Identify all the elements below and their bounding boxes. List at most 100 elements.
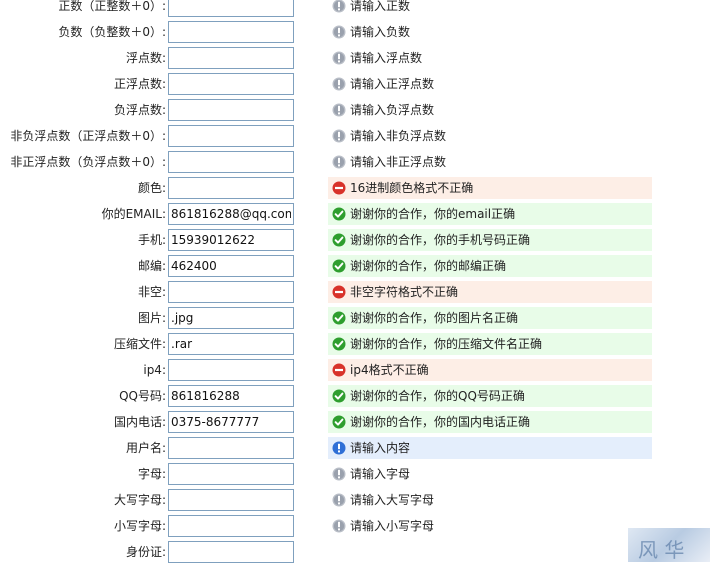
check-green-icon [332,259,346,273]
validation-form: 正数（正整数＋0）: 请输入正数负数（负整数＋0）: 请输入负数浮点数: 请输入浮点数… [0,0,720,566]
check-green-icon [332,207,346,221]
form-row: 你的EMAIL: 谢谢你的合作，你的email正确 [0,202,720,226]
info-gray-icon [332,103,346,117]
form-row: 身份证: [0,540,720,564]
validation-tip: ip4格式不正确 [328,359,652,381]
field-label: 你的EMAIL: [101,207,166,221]
field-label: 邮编: [137,259,166,273]
field-input[interactable] [168,151,294,173]
validation-tip: 请输入字母 [328,463,416,485]
field-label: 国内电话: [113,415,166,429]
form-row: 手机: 谢谢你的合作，你的手机号码正确 [0,228,720,252]
validation-tip: 谢谢你的合作，你的压缩文件名正确 [328,333,652,355]
validation-message: ip4格式不正确 [350,363,429,377]
form-row: 负浮点数: 请输入负浮点数 [0,98,720,122]
validation-message: 谢谢你的合作，你的邮编正确 [350,259,507,273]
validation-tip: 谢谢你的合作，你的图片名正确 [328,307,652,329]
form-row: 浮点数: 请输入浮点数 [0,46,720,70]
field-input[interactable] [168,489,294,511]
validation-message: 请输入正数 [350,0,411,13]
form-row: 压缩文件: 谢谢你的合作，你的压缩文件名正确 [0,332,720,356]
validation-message: 非空字符格式不正确 [350,285,459,299]
info-gray-icon [332,129,346,143]
field-input[interactable] [168,177,294,199]
minus-red-icon [332,181,346,195]
validation-message: 谢谢你的合作，你的手机号码正确 [350,233,531,247]
check-green-icon [332,389,346,403]
field-input[interactable] [168,21,294,43]
form-row: 用户名: 请输入内容 [0,436,720,460]
validation-message: 请输入字母 [350,467,411,481]
check-green-icon [332,415,346,429]
field-input[interactable] [168,333,294,355]
form-row: 非空: 非空字符格式不正确 [0,280,720,304]
info-gray-icon [332,493,346,507]
validation-tip: 请输入正浮点数 [328,73,440,95]
field-label: 手机: [137,233,166,247]
check-green-icon [332,233,346,247]
form-row: 非负浮点数（正浮点数＋0）: 请输入非负浮点数 [0,124,720,148]
field-input[interactable] [168,47,294,69]
form-row: 正浮点数: 请输入正浮点数 [0,72,720,96]
info-gray-icon [332,519,346,533]
field-input[interactable] [168,125,294,147]
field-label: 非空: [137,285,166,299]
form-row: 颜色: 16进制颜色格式不正确 [0,176,720,200]
field-label: ip4: [143,363,166,377]
validation-tip: 请输入浮点数 [328,47,428,69]
field-input[interactable] [168,463,294,485]
validation-tip: 谢谢你的合作，你的email正确 [328,203,652,225]
field-input[interactable] [168,99,294,121]
validation-tip: 非空字符格式不正确 [328,281,652,303]
field-label: 用户名: [125,441,166,455]
field-input[interactable] [168,281,294,303]
field-label: QQ号码: [119,389,166,403]
validation-message: 请输入内容 [350,441,411,455]
validation-message: 谢谢你的合作，你的图片名正确 [350,311,519,325]
validation-message: 请输入正浮点数 [350,77,435,91]
field-input[interactable] [168,385,294,407]
validation-tip: 谢谢你的合作，你的邮编正确 [328,255,652,277]
validation-message: 请输入负浮点数 [350,103,435,117]
form-row: 大写字母: 请输入大写字母 [0,488,720,512]
form-row: 小写字母: 请输入小写字母 [0,514,720,538]
validation-message: 请输入非负浮点数 [350,129,447,143]
validation-tip: 请输入非正浮点数 [328,151,452,173]
validation-tip: 请输入负数 [328,21,416,43]
field-input[interactable] [168,437,294,459]
field-label: 非正浮点数（负浮点数＋0）: [10,155,166,169]
field-label: 浮点数: [125,51,166,65]
validation-tip: 16进制颜色格式不正确 [328,177,652,199]
validation-tip: 谢谢你的合作，你的QQ号码正确 [328,385,652,407]
form-row: QQ号码: 谢谢你的合作，你的QQ号码正确 [0,384,720,408]
field-label: 字母: [137,467,166,481]
field-input[interactable] [168,541,294,563]
form-row: 正数（正整数＋0）: 请输入正数 [0,0,720,18]
info-gray-icon [332,77,346,91]
field-label: 负浮点数: [113,103,166,117]
field-label: 正数（正整数＋0）: [58,0,166,13]
watermark-glyph: 风 华 [638,538,685,562]
form-row: 负数（负整数＋0）: 请输入负数 [0,20,720,44]
check-green-icon [332,311,346,325]
field-label: 身份证: [125,545,166,559]
validation-tip: 请输入非负浮点数 [328,125,452,147]
info-gray-icon [332,51,346,65]
field-input[interactable] [168,411,294,433]
field-input[interactable] [168,73,294,95]
field-input[interactable] [168,307,294,329]
validation-tip: 请输入正数 [328,0,416,17]
validation-tip: 请输入大写字母 [328,489,440,511]
field-input[interactable] [168,359,294,381]
validation-message: 请输入小写字母 [350,519,435,533]
validation-message: 请输入大写字母 [350,493,435,507]
field-input[interactable] [168,0,294,17]
field-input[interactable] [168,255,294,277]
validation-message: 谢谢你的合作，你的QQ号码正确 [350,389,525,403]
field-input[interactable] [168,515,294,537]
form-row: 图片: 谢谢你的合作，你的图片名正确 [0,306,720,330]
field-input[interactable] [168,203,294,225]
field-label: 图片: [137,311,166,325]
field-input[interactable] [168,229,294,251]
validation-tip: 谢谢你的合作，你的手机号码正确 [328,229,652,251]
